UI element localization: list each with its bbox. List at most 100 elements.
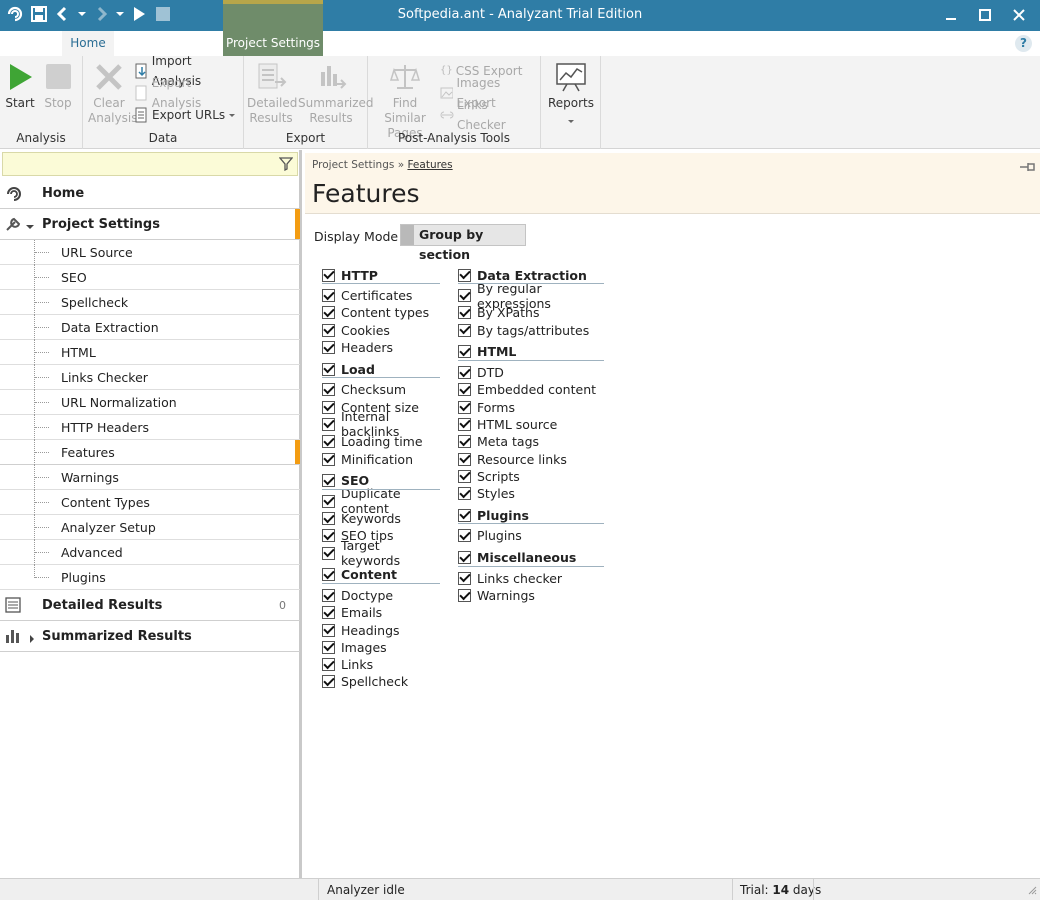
feature-item[interactable]: Certificates: [322, 287, 440, 304]
feature-section-header[interactable]: SEO: [322, 473, 440, 490]
checkbox[interactable]: [458, 435, 471, 449]
nav-item-url-normalization[interactable]: URL Normalization: [0, 390, 300, 415]
minimize-button[interactable]: [934, 3, 968, 27]
checkbox[interactable]: [322, 512, 335, 526]
breadcrumb-root[interactable]: Project Settings: [312, 159, 394, 171]
checkbox[interactable]: [322, 435, 335, 449]
feature-item[interactable]: Warnings: [458, 587, 604, 604]
checkbox[interactable]: [458, 383, 471, 397]
feature-item[interactable]: Headings: [322, 621, 440, 638]
expand-arrow-icon[interactable]: [28, 632, 36, 646]
checkbox[interactable]: [458, 289, 471, 303]
feature-item[interactable]: Emails: [322, 604, 440, 621]
resize-grip-icon[interactable]: [1027, 884, 1037, 898]
nav-home[interactable]: Home: [0, 178, 300, 209]
feature-item[interactable]: Headers: [322, 339, 440, 356]
export-analysis-button[interactable]: Export Analysis: [135, 76, 243, 110]
feature-section-header[interactable]: Miscellaneous: [458, 550, 604, 567]
feature-item[interactable]: Embedded content: [458, 381, 604, 398]
nav-item-warnings[interactable]: Warnings: [0, 465, 300, 490]
feature-item[interactable]: Forms: [458, 398, 604, 415]
feature-item[interactable]: Images: [322, 639, 440, 656]
maximize-button[interactable]: [968, 3, 1002, 27]
breadcrumb-current[interactable]: Features: [407, 159, 452, 171]
checkbox[interactable]: [458, 345, 471, 359]
feature-item[interactable]: Target keywords: [322, 538, 440, 568]
checkbox[interactable]: [322, 362, 335, 376]
checkbox[interactable]: [458, 268, 471, 282]
nav-item-spellcheck[interactable]: Spellcheck: [0, 290, 300, 315]
nav-item-url-source[interactable]: URL Source: [0, 240, 300, 265]
clear-analysis-button[interactable]: Clear Analysis: [88, 62, 137, 126]
feature-item[interactable]: Resource links: [458, 450, 604, 467]
find-similar-pages-button[interactable]: Find Similar Pages: [372, 62, 438, 141]
tab-project[interactable]: Project: [0, 31, 62, 56]
feature-item[interactable]: Links: [322, 656, 440, 673]
export-urls-button[interactable]: Export URLs: [135, 105, 236, 125]
pin-icon[interactable]: [1020, 161, 1036, 175]
nav-detailed-results[interactable]: Detailed Results 0: [0, 590, 300, 621]
nav-item-content-types[interactable]: Content Types: [0, 490, 300, 515]
feature-section-header[interactable]: Data Extraction: [458, 267, 604, 284]
checkbox[interactable]: [458, 452, 471, 466]
checkbox[interactable]: [322, 306, 335, 320]
checkbox[interactable]: [322, 474, 335, 488]
checkbox[interactable]: [322, 289, 335, 303]
checkbox[interactable]: [322, 529, 335, 543]
checkbox[interactable]: [322, 494, 335, 508]
checkbox[interactable]: [458, 571, 471, 585]
feature-item[interactable]: Scripts: [458, 468, 604, 485]
checkbox[interactable]: [458, 508, 471, 522]
feature-item[interactable]: Doctype: [322, 587, 440, 604]
checkbox[interactable]: [322, 452, 335, 466]
feature-item[interactable]: Cookies: [322, 322, 440, 339]
feature-item[interactable]: By regular expressions: [458, 281, 604, 311]
expand-arrow-icon[interactable]: [26, 220, 34, 234]
stop-button[interactable]: Stop: [42, 62, 74, 111]
feature-item[interactable]: Duplicate content: [322, 486, 440, 516]
feature-item[interactable]: Styles: [458, 485, 604, 502]
feature-item[interactable]: Meta tags: [458, 433, 604, 450]
checkbox[interactable]: [458, 529, 471, 543]
checkbox[interactable]: [458, 589, 471, 602]
nav-item-seo[interactable]: SEO: [0, 265, 300, 290]
help-icon[interactable]: ?: [1015, 35, 1032, 52]
checkbox[interactable]: [322, 383, 335, 397]
nav-item-html[interactable]: HTML: [0, 340, 300, 365]
detailed-results-button[interactable]: Detailed Results: [247, 62, 297, 126]
checkbox[interactable]: [322, 589, 335, 602]
checkbox[interactable]: [458, 417, 471, 431]
feature-item[interactable]: By tags/attributes: [458, 322, 604, 339]
feature-item[interactable]: Loading time: [322, 433, 440, 450]
checkbox[interactable]: [458, 551, 471, 565]
nav-item-http-headers[interactable]: HTTP Headers: [0, 415, 300, 440]
checkbox[interactable]: [322, 341, 335, 355]
close-button[interactable]: [1002, 3, 1036, 27]
feature-item[interactable]: Internal backlinks: [322, 409, 440, 439]
feature-item[interactable]: Minification: [322, 450, 440, 467]
checkbox[interactable]: [322, 675, 335, 689]
nav-project-settings[interactable]: Project Settings: [0, 209, 300, 240]
feature-item[interactable]: Content types: [322, 304, 440, 321]
feature-item[interactable]: Links checker: [458, 570, 604, 587]
feature-item[interactable]: DTD: [458, 364, 604, 381]
nav-item-data-extraction[interactable]: Data Extraction: [0, 315, 300, 340]
feature-item[interactable]: Spellcheck: [322, 673, 440, 690]
feature-item[interactable]: HTML source: [458, 416, 604, 433]
checkbox[interactable]: [458, 323, 471, 337]
nav-item-analyzer-setup[interactable]: Analyzer Setup: [0, 515, 300, 540]
checkbox[interactable]: [458, 400, 471, 414]
feature-section-header[interactable]: HTTP: [322, 267, 440, 284]
feature-item[interactable]: Checksum: [322, 381, 440, 398]
checkbox[interactable]: [322, 623, 335, 637]
checkbox[interactable]: [322, 658, 335, 672]
checkbox[interactable]: [322, 417, 335, 431]
checkbox[interactable]: [322, 268, 335, 282]
checkbox[interactable]: [322, 640, 335, 654]
feature-section-header[interactable]: HTML: [458, 344, 604, 361]
feature-item[interactable]: Plugins: [458, 527, 604, 544]
checkbox[interactable]: [322, 323, 335, 337]
checkbox[interactable]: [322, 546, 335, 560]
display-mode-toggle[interactable]: Group by section: [400, 224, 526, 262]
start-button[interactable]: Start: [4, 62, 36, 111]
